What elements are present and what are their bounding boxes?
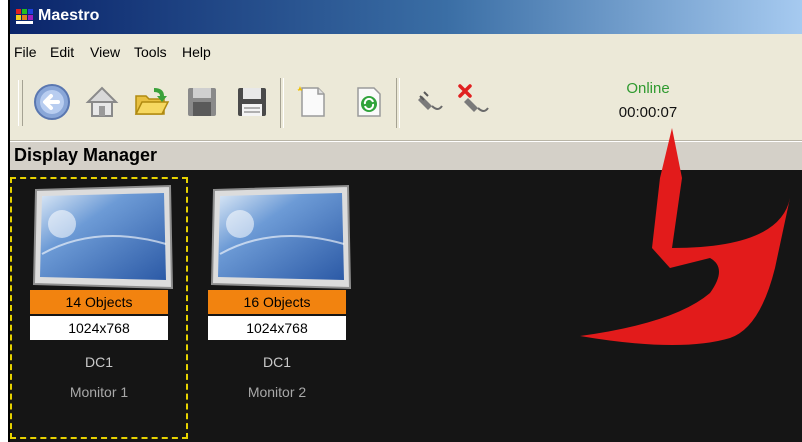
- new-page-icon[interactable]: [292, 82, 332, 122]
- monitor-name: Monitor 2: [247, 384, 307, 400]
- menu-edit[interactable]: Edit: [50, 44, 74, 60]
- display-controller-label: DC1: [262, 354, 291, 370]
- connection-status: Online: [626, 80, 670, 97]
- menu-view[interactable]: View: [90, 44, 120, 60]
- monitor-selection-outline: [10, 177, 188, 439]
- title-bar[interactable]: Maestro: [10, 0, 802, 34]
- monitor-screen-icon: [210, 184, 352, 290]
- window-title: Maestro: [38, 7, 100, 24]
- disconnect-plug-icon[interactable]: [454, 82, 494, 122]
- objects-count: 16 Objects: [208, 290, 346, 314]
- toolbar-separator: [280, 78, 284, 128]
- connect-plug-icon[interactable]: [410, 82, 450, 122]
- save-icon[interactable]: [232, 82, 272, 122]
- menu-tools[interactable]: Tools: [134, 44, 167, 60]
- menu-help[interactable]: Help: [182, 44, 211, 60]
- menu-bar: File Edit View Tools Help: [10, 34, 802, 69]
- disk-grey-icon[interactable]: [182, 82, 222, 122]
- open-folder-icon[interactable]: [132, 82, 172, 122]
- toolbar-separator: [396, 78, 400, 128]
- maestro-app-icon: [16, 9, 33, 24]
- menu-file[interactable]: File: [14, 44, 37, 60]
- section-title: Display Manager: [14, 145, 158, 165]
- resolution-label: 1024x768: [208, 316, 346, 340]
- home-icon[interactable]: [82, 82, 122, 122]
- red-arrow-annotation: [580, 128, 790, 346]
- toolbar-grip[interactable]: [18, 80, 23, 126]
- refresh-page-icon[interactable]: [348, 82, 388, 122]
- back-icon[interactable]: [32, 82, 72, 122]
